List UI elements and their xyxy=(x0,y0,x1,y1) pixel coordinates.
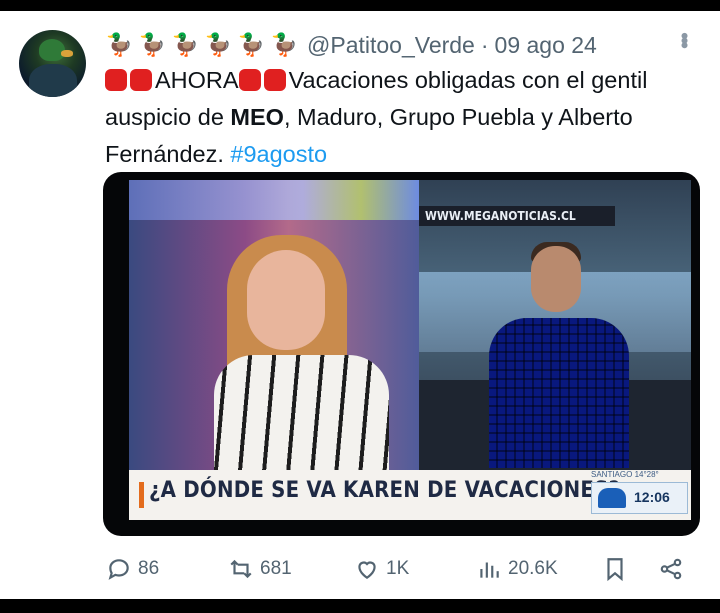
status-bar-top xyxy=(0,0,720,11)
stop-sign-icon xyxy=(130,69,152,91)
post-text: AHORA Vacaciones obligadas con el gentil … xyxy=(105,62,705,173)
separator-dot: · xyxy=(480,31,489,58)
repost-button[interactable]: 681 xyxy=(228,556,292,582)
share-button[interactable] xyxy=(658,556,684,582)
duck-emoji: 🦆 xyxy=(171,32,200,57)
stop-sign-icon xyxy=(105,69,127,91)
like-icon xyxy=(358,561,376,579)
weather-ticker: SANTIAGO 14°28° xyxy=(591,470,659,479)
lower-third-banner: ¿A DÓNDE SE VA KAREN DE VACACIONES? SANT… xyxy=(129,470,691,520)
reply-count: 86 xyxy=(138,558,160,579)
banner-headline: ¿A DÓNDE SE VA KAREN DE VACACIONES? xyxy=(149,478,621,503)
host-shirt xyxy=(489,318,629,468)
studio-light-stripe xyxy=(129,180,419,220)
studio-right-panel: WWW.MEGANOTICIAS.CL xyxy=(419,180,691,470)
bookmark-button[interactable] xyxy=(602,556,628,582)
stop-sign-icon xyxy=(263,69,286,91)
reply-button[interactable]: 86 xyxy=(106,556,159,582)
duck-emoji: 🦆 xyxy=(138,32,167,57)
duck-emoji: 🦆 xyxy=(270,32,299,57)
banner-accent xyxy=(139,482,144,508)
duck-emoji: 🦆 xyxy=(237,32,266,57)
avatar-duck-beak xyxy=(61,50,73,57)
post-header: 🦆 🦆 🦆 🦆 🦆 🦆 @Patitoo_Verde · 09 ago 24 xyxy=(105,30,705,60)
bookmark-icon xyxy=(607,558,623,582)
presenter-shirt xyxy=(214,355,389,475)
hashtag-link[interactable]: #9agosto xyxy=(230,141,327,167)
avatar[interactable] xyxy=(19,30,86,97)
presenter-face xyxy=(247,250,325,350)
reply-icon xyxy=(108,559,129,580)
user-handle[interactable]: @Patitoo_Verde xyxy=(307,32,475,59)
views-count: 20.6K xyxy=(508,558,558,579)
views-button[interactable]: 20.6K xyxy=(476,556,558,582)
like-button[interactable]: 1K xyxy=(354,556,409,582)
post-lead: AHORA xyxy=(155,67,239,93)
views-icon xyxy=(480,562,499,578)
avatar-body xyxy=(29,64,77,97)
like-count: 1K xyxy=(386,558,410,579)
channel-logo-icon xyxy=(598,488,626,508)
host-face xyxy=(531,246,581,312)
tv-screen: WWW.MEGANOTICIAS.CL ¿A DÓNDE SE VA KAREN… xyxy=(129,180,691,520)
duck-emoji: 🦆 xyxy=(105,32,134,57)
repost-count: 681 xyxy=(260,558,292,579)
repost-icon xyxy=(230,559,252,579)
share-icon xyxy=(660,558,682,580)
avatar-duck-head xyxy=(39,39,65,61)
broadcast-clock: 12:06 xyxy=(634,489,670,505)
display-name-emoji[interactable]: 🦆 🦆 🦆 🦆 🦆 🦆 xyxy=(105,32,299,58)
action-bar: 86 681 1K 20.6K xyxy=(106,552,696,586)
status-bar-bottom xyxy=(0,599,720,613)
studio-left-panel xyxy=(129,180,419,475)
channel-url: WWW.MEGANOTICIAS.CL xyxy=(419,206,615,226)
duck-emoji: 🦆 xyxy=(204,32,233,57)
post-text-bold: MEO xyxy=(230,104,284,130)
more-icon[interactable]: ••• xyxy=(671,32,697,46)
stop-sign-icon xyxy=(238,69,261,91)
channel-logo-clock: 12:06 xyxy=(591,482,688,514)
post-media-image[interactable]: WWW.MEGANOTICIAS.CL ¿A DÓNDE SE VA KAREN… xyxy=(103,172,700,536)
post-date[interactable]: 09 ago 24 xyxy=(495,32,597,59)
